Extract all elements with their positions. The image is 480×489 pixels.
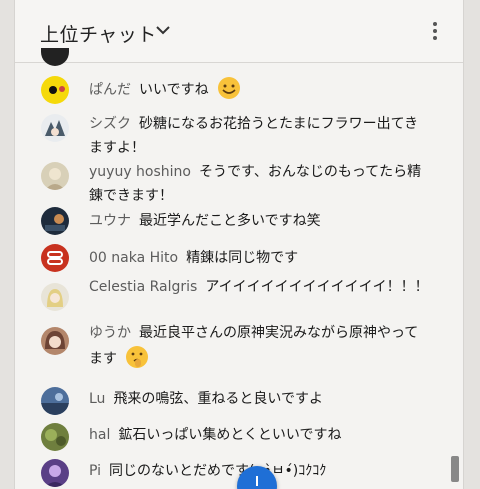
partial-avatar bbox=[41, 48, 69, 66]
message-text: 最近学んだこと多いですね笑 bbox=[139, 213, 321, 229]
girl-avatar[interactable] bbox=[41, 327, 69, 355]
message-author[interactable]: ぱんだ bbox=[89, 82, 131, 98]
logo-avatar[interactable] bbox=[41, 244, 69, 272]
message-author[interactable]: Lu bbox=[89, 391, 105, 407]
message-author[interactable]: ユウナ bbox=[89, 213, 131, 229]
dark-avatar[interactable] bbox=[41, 207, 69, 235]
message-author[interactable]: 00 naka Hito bbox=[89, 250, 178, 266]
message-author[interactable]: ゆうか bbox=[89, 325, 131, 341]
scenery-avatar[interactable] bbox=[41, 387, 69, 415]
hush-emoji bbox=[126, 346, 149, 368]
message-author[interactable]: シズク bbox=[89, 116, 131, 132]
chevron-down-icon[interactable] bbox=[155, 24, 171, 36]
green-avatar[interactable] bbox=[41, 423, 69, 451]
character-avatar[interactable] bbox=[41, 162, 69, 190]
message-author[interactable]: yuyuy hoshino bbox=[89, 164, 191, 180]
chat-mode-selector[interactable]: 上位チャット bbox=[40, 20, 157, 47]
panda-avatar[interactable] bbox=[41, 76, 69, 104]
message-text: アイイイイイイイイイイイイ！！！ bbox=[205, 279, 429, 295]
message-text: 精錬は同じ物です bbox=[186, 250, 299, 266]
scrollbar-track[interactable] bbox=[449, 63, 461, 489]
smile-emoji bbox=[218, 77, 241, 99]
message-text: いいですね bbox=[139, 82, 209, 98]
kebab-menu-icon[interactable] bbox=[431, 22, 439, 42]
scrollbar-thumb[interactable] bbox=[451, 456, 459, 482]
message-text: 砂糖になるお花拾うとたまにフラワー出てきますよ！ bbox=[89, 116, 419, 156]
message-text: 鉱石いっぱい集めとくといいですね bbox=[118, 427, 342, 443]
message-author[interactable]: Celestia Ralgris bbox=[89, 279, 197, 295]
anime-avatar[interactable] bbox=[41, 114, 69, 142]
arrow-down-icon bbox=[256, 476, 258, 486]
chat-header: 上位チャット bbox=[15, 0, 463, 63]
message-author[interactable]: hal bbox=[89, 427, 110, 443]
top-chat-panel: 上位チャット ぱんだ いいですね シズク 砂糖になるお花拾うとたまにフラワー出て… bbox=[14, 0, 464, 489]
purple-avatar[interactable] bbox=[41, 459, 69, 487]
blonde-avatar[interactable] bbox=[41, 283, 69, 311]
message-text: 飛来の鳴弦、重ねると良いですよ bbox=[113, 391, 324, 407]
message-author[interactable]: Pi bbox=[89, 463, 101, 479]
message-text: 同じのないとだめです(๑•̀ㅂ•́)ｺｸｺｸ bbox=[109, 463, 327, 479]
